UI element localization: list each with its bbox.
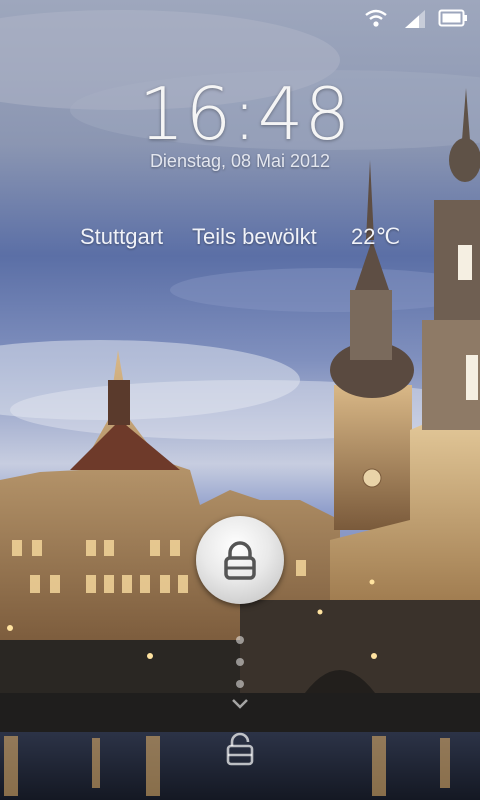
- status-bar: [0, 0, 480, 36]
- battery-icon: [438, 8, 468, 33]
- weather-condition: Teils bewölkt: [192, 224, 317, 249]
- slide-track-dot: [236, 658, 244, 666]
- unlock-icon[interactable]: [224, 732, 256, 768]
- weather-city: Stuttgart: [80, 224, 164, 249]
- weather-temperature: 22℃: [351, 224, 401, 249]
- unlock-slider-handle[interactable]: [196, 516, 284, 604]
- signal-icon: [403, 8, 427, 35]
- lockscreen-clock: 16:48: [138, 72, 352, 156]
- wifi-icon: [364, 8, 388, 33]
- lockscreen-date: Dienstag, 08 Mai 2012: [149, 151, 331, 171]
- slide-track-dot: [236, 636, 244, 644]
- chevron-down-icon: [232, 699, 248, 709]
- slide-track-dot: [236, 680, 244, 688]
- lock-icon: [224, 541, 256, 580]
